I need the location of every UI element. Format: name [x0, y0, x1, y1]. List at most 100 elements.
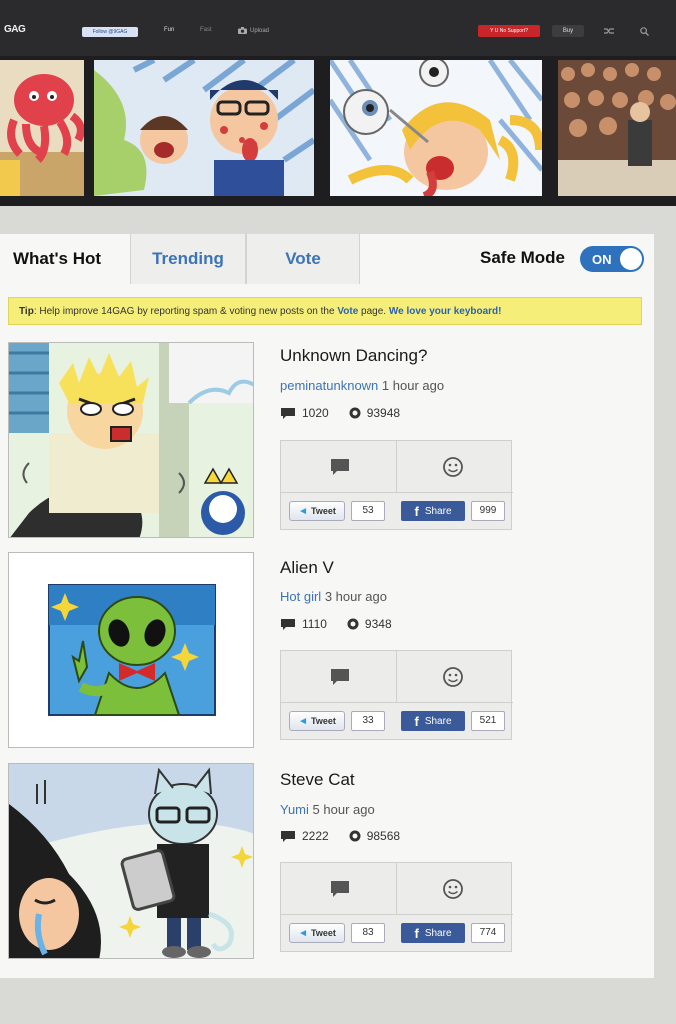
- upload-label: Upload: [250, 27, 270, 34]
- shuffle-icon[interactable]: [604, 27, 614, 37]
- post-stats: 1020 93948: [280, 406, 400, 420]
- twitter-bird-icon: ◄: [298, 505, 309, 517]
- follow-button[interactable]: Follow @9GAG: [82, 27, 138, 37]
- smiley-button[interactable]: [397, 441, 513, 493]
- banner-comic-octopus[interactable]: [0, 60, 84, 196]
- points-count: 98568: [366, 829, 401, 843]
- tab-whats-hot[interactable]: What's Hot: [0, 234, 114, 284]
- share-row: ◄ Tweet 83 f Share 774: [281, 915, 511, 951]
- points-count: 9348: [364, 617, 392, 631]
- points-icon: [349, 407, 361, 419]
- share-count: 999: [471, 501, 505, 521]
- share-count: 521: [471, 711, 505, 731]
- comment-icon: [281, 830, 295, 842]
- facebook-icon: f: [414, 925, 419, 941]
- twitter-bird-icon: ◄: [298, 927, 309, 939]
- post-author[interactable]: peminatunknown: [280, 378, 378, 393]
- post-actions: ◄ Tweet 53 f Share 999: [280, 440, 513, 530]
- points-icon: [347, 618, 359, 630]
- comment-icon: [281, 407, 295, 419]
- tab-trending[interactable]: Trending: [130, 234, 246, 284]
- post-image-alien-v[interactable]: [8, 552, 254, 748]
- post-image-steve-cat[interactable]: [8, 763, 254, 959]
- share-count: 774: [471, 923, 505, 943]
- banner-comic-crowd[interactable]: [558, 60, 676, 196]
- safe-mode-toggle[interactable]: ON: [580, 246, 644, 272]
- comment-count: 1020: [302, 406, 329, 420]
- tip-keyboard-link[interactable]: We love your keyboard!: [389, 306, 502, 317]
- top-bar: GAG Follow @9GAG Fun Fast Upload Y U No …: [0, 0, 676, 56]
- tip-prefix: Tip: [19, 306, 34, 317]
- tweet-count: 83: [351, 923, 385, 943]
- camera-icon: [238, 27, 247, 34]
- comment-button[interactable]: [281, 651, 397, 703]
- comment-count: 2222: [302, 829, 329, 843]
- upload-link[interactable]: Upload: [238, 27, 269, 34]
- twitter-bird-icon: ◄: [298, 715, 309, 727]
- comment-icon: [281, 618, 295, 630]
- smiley-icon: [443, 457, 463, 477]
- tweet-label: Tweet: [311, 506, 336, 516]
- tab-vote[interactable]: Vote: [246, 234, 360, 284]
- tab-bar: What's Hot Trending Vote Safe Mode ON: [0, 234, 654, 284]
- tweet-label: Tweet: [311, 928, 336, 938]
- smiley-icon: [443, 667, 463, 687]
- comment-icon: [331, 669, 349, 685]
- post-title[interactable]: Alien V: [280, 558, 334, 578]
- safe-mode-label: Safe Mode: [480, 248, 566, 267]
- share-label: Share: [424, 505, 452, 517]
- post-author[interactable]: Hot girl: [280, 589, 321, 604]
- post-stats: 2222 98568: [280, 829, 400, 843]
- smiley-button[interactable]: [397, 651, 513, 703]
- points-count: 93948: [366, 406, 401, 420]
- tweet-count: 33: [351, 711, 385, 731]
- facebook-share-button[interactable]: f Share: [401, 501, 465, 521]
- nav-fast[interactable]: Fast: [200, 27, 212, 33]
- share-label: Share: [424, 715, 452, 727]
- featured-banner: [0, 56, 676, 206]
- tip-text: : Help improve 14GAG by reporting spam &…: [33, 306, 338, 317]
- smiley-button[interactable]: [397, 863, 513, 915]
- share-label: Share: [424, 927, 452, 939]
- post-author[interactable]: Yumi: [280, 802, 309, 817]
- post-meta: peminatunknown 1 hour ago: [280, 378, 444, 393]
- facebook-share-button[interactable]: f Share: [401, 711, 465, 731]
- comment-icon: [331, 459, 349, 475]
- share-row: ◄ Tweet 33 f Share 521: [281, 703, 511, 739]
- comment-button[interactable]: [281, 863, 397, 915]
- support-button[interactable]: Y U No Support?: [478, 25, 540, 37]
- facebook-icon: f: [414, 503, 419, 519]
- post-image-unknown-dancing[interactable]: [8, 342, 254, 538]
- post-time: 5 hour ago: [312, 802, 375, 817]
- comment-count: 1110: [302, 617, 327, 631]
- tweet-button[interactable]: ◄ Tweet: [289, 923, 345, 943]
- post-time: 1 hour ago: [381, 378, 445, 393]
- nav-fun[interactable]: Fun: [164, 27, 174, 33]
- tweet-button[interactable]: ◄ Tweet: [289, 501, 345, 521]
- share-row: ◄ Tweet 53 f Share 999: [281, 493, 511, 529]
- tip-banner: Tip: Help improve 14GAG by reporting spa…: [8, 297, 642, 325]
- banner-comic-eyeballs[interactable]: [330, 60, 542, 196]
- tweet-button[interactable]: ◄ Tweet: [289, 711, 345, 731]
- site-logo[interactable]: GAG: [4, 24, 26, 35]
- banner-comic-acne[interactable]: [94, 60, 314, 196]
- post-stats: 1110 9348: [280, 617, 392, 631]
- facebook-share-button[interactable]: f Share: [401, 923, 465, 943]
- post-title[interactable]: Unknown Dancing?: [280, 346, 427, 366]
- comment-button[interactable]: [281, 441, 397, 493]
- post-meta: Hot girl 3 hour ago: [280, 589, 387, 604]
- post-title[interactable]: Steve Cat: [280, 770, 355, 790]
- tweet-label: Tweet: [311, 716, 336, 726]
- smiley-icon: [443, 879, 463, 899]
- post-actions: ◄ Tweet 33 f Share 521: [280, 650, 513, 740]
- toggle-state: ON: [592, 252, 612, 267]
- tweet-count: 53: [351, 501, 385, 521]
- main-panel: What's Hot Trending Vote Safe Mode ON Ti…: [0, 234, 654, 978]
- buy-button[interactable]: Buy: [552, 25, 584, 37]
- search-icon[interactable]: [640, 27, 649, 38]
- tip-vote-link[interactable]: Vote: [337, 306, 358, 317]
- facebook-icon: f: [414, 713, 419, 729]
- toggle-knob: [620, 248, 642, 270]
- post-meta: Yumi 5 hour ago: [280, 802, 375, 817]
- post-actions: ◄ Tweet 83 f Share 774: [280, 862, 513, 952]
